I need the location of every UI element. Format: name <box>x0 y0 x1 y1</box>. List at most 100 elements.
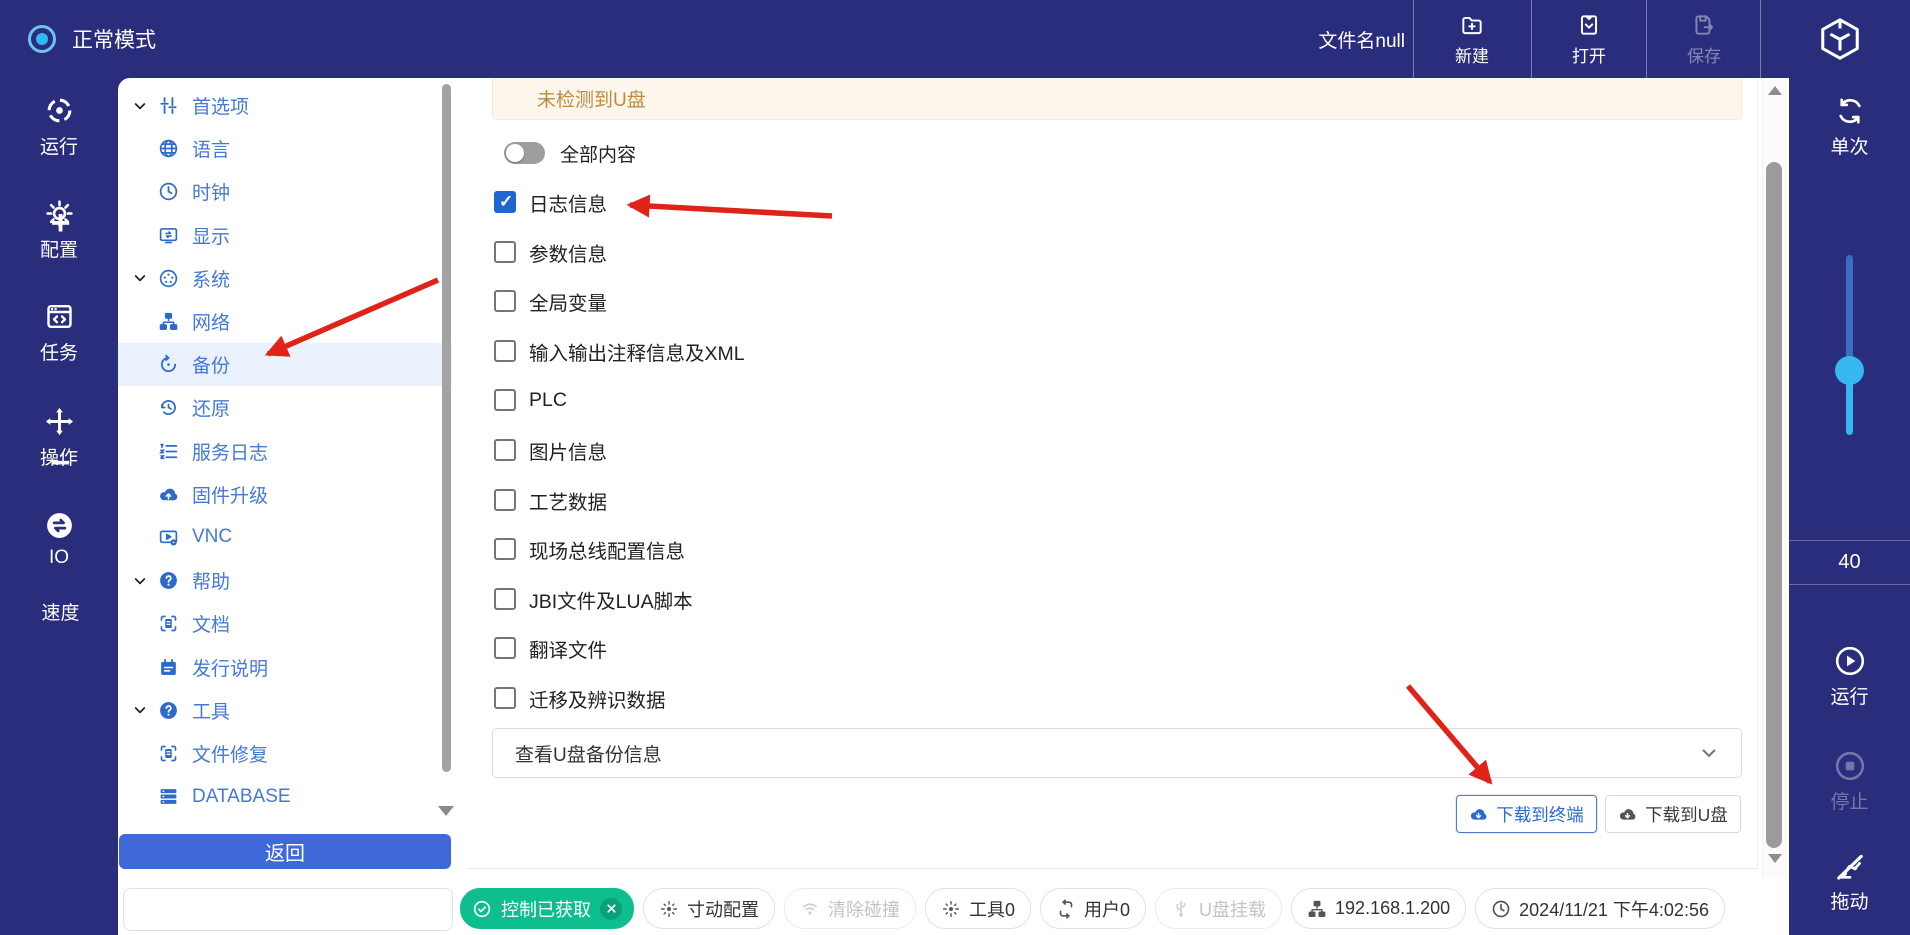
checkbox-global-variables[interactable] <box>494 290 516 312</box>
numbered-list-icon <box>158 441 188 462</box>
topbar-divider <box>1531 0 1532 78</box>
sidebar-item-label: IO <box>49 547 69 569</box>
jog-config-pill[interactable]: 寸动配置 <box>643 888 775 929</box>
checkbox-label[interactable]: JBI文件及LUA脚本 <box>529 588 693 610</box>
clear-collision-pill[interactable]: 清除碰撞 <box>784 888 916 929</box>
chevron-down-icon[interactable] <box>132 702 158 718</box>
menu-item-system[interactable]: 系统 <box>118 257 452 300</box>
menu-item-restore[interactable]: 还原 <box>118 386 452 429</box>
speed-slider-handle[interactable] <box>1835 356 1864 385</box>
stop-button-label: 停止 <box>1830 787 1868 814</box>
back-button[interactable]: 返回 <box>119 834 451 869</box>
checkbox-image-info[interactable] <box>494 439 516 461</box>
speed-slider-track[interactable] <box>1846 255 1853 370</box>
checkbox-label[interactable]: 工艺数据 <box>529 489 607 511</box>
checkbox-jbi-lua[interactable] <box>494 588 516 610</box>
menu-item-help[interactable]: 帮助 <box>118 559 452 602</box>
jog-config-label: 寸动配置 <box>687 896 759 922</box>
menu-item-release-notes[interactable]: 发行说明 <box>118 645 452 688</box>
control-acquired-badge[interactable]: 控制已获取 <box>460 888 634 929</box>
network-icon <box>1307 899 1327 919</box>
sliders-icon <box>158 95 188 116</box>
chevron-down-icon[interactable] <box>132 270 158 286</box>
speed-minus-button[interactable]: − <box>0 446 121 480</box>
checkbox-label[interactable]: 日志信息 <box>529 191 607 213</box>
save-button[interactable]: 保存 <box>1649 8 1759 70</box>
checkbox-label[interactable]: 全局变量 <box>529 290 607 312</box>
menu-item-label: 工具 <box>192 697 230 724</box>
menu-item-display[interactable]: 显示 <box>118 214 452 257</box>
all-content-toggle[interactable] <box>504 142 545 164</box>
menu-item-docs[interactable]: 文档 <box>118 602 452 645</box>
ip-address-pill[interactable]: 192.168.1.200 <box>1291 888 1466 929</box>
run-button[interactable]: 运行 <box>1789 645 1910 709</box>
usb-icon <box>1171 899 1191 919</box>
checkbox-label[interactable]: 输入输出注释信息及XML <box>529 340 745 362</box>
datetime-pill[interactable]: 2024/11/21 下午4:02:56 <box>1475 888 1725 929</box>
cycle-mode-button[interactable]: 单次 <box>1789 95 1910 159</box>
menu-item-tools[interactable]: 工具 <box>118 689 452 732</box>
checkbox-label[interactable]: 现场总线配置信息 <box>529 538 685 560</box>
tool-pill[interactable]: 工具0 <box>925 888 1031 929</box>
menu-item-label: 语言 <box>192 135 230 162</box>
menu-item-preferences[interactable]: 首选项 <box>118 84 452 127</box>
checkbox-label[interactable]: 参数信息 <box>529 241 607 263</box>
settings-menu: 首选项 语言 时钟 显示 系统 网络 备 <box>118 84 452 818</box>
menu-scroll-down-icon[interactable] <box>438 806 454 816</box>
menu-item-vnc[interactable]: VNC <box>118 516 452 559</box>
user-pill[interactable]: 用户0 <box>1040 888 1146 929</box>
release-control-button[interactable] <box>600 898 622 920</box>
checkbox-plc[interactable] <box>494 389 516 411</box>
menu-item-file-repair[interactable]: 文件修复 <box>118 732 452 775</box>
checkbox-translation-files[interactable] <box>494 637 516 659</box>
checkbox-process-data[interactable] <box>494 489 516 511</box>
scroll-down-icon[interactable] <box>1768 854 1782 863</box>
checkbox-io-comments-xml[interactable] <box>494 340 516 362</box>
new-button-label: 新建 <box>1455 42 1489 67</box>
sidebar-item-run[interactable]: 运行 <box>0 95 118 159</box>
speed-label: 速度 <box>0 598 121 625</box>
open-button[interactable]: 打开 <box>1534 8 1644 70</box>
checkbox-label[interactable]: PLC <box>529 389 567 411</box>
checkbox-migration-data[interactable] <box>494 687 516 709</box>
chevron-down-icon[interactable] <box>132 98 158 114</box>
menu-item-service-log[interactable]: 服务日志 <box>118 430 452 473</box>
checkbox-fieldbus-config[interactable] <box>494 538 516 560</box>
menu-item-database[interactable]: DATABASE <box>118 775 452 818</box>
content-scrollbar-thumb[interactable] <box>1766 162 1782 848</box>
menu-item-label: 固件升级 <box>192 481 268 508</box>
scroll-up-icon[interactable] <box>1768 86 1782 95</box>
io-swap-icon <box>44 510 75 541</box>
play-circle-icon <box>1834 645 1866 677</box>
globe-icon <box>158 138 188 159</box>
checkbox-label[interactable]: 翻译文件 <box>529 637 607 659</box>
jog-icon <box>659 899 679 919</box>
menu-item-network[interactable]: 网络 <box>118 300 452 343</box>
speed-plus-button[interactable]: + <box>0 206 121 240</box>
all-content-toggle-label: 全部内容 <box>560 142 636 164</box>
clock-icon <box>1491 899 1511 919</box>
sidebar-item-task[interactable]: 任务 <box>0 301 118 365</box>
checkbox-label[interactable]: 迁移及辨识数据 <box>529 687 666 709</box>
checkbox-label[interactable]: 图片信息 <box>529 439 607 461</box>
menu-item-backup[interactable]: 备份 <box>118 343 452 386</box>
new-button[interactable]: 新建 <box>1417 8 1527 70</box>
usb-backup-info-dropdown[interactable]: 查看U盘备份信息 <box>492 728 1742 778</box>
ip-address-label: 192.168.1.200 <box>1335 898 1450 919</box>
download-to-usb-button[interactable]: 下载到U盘 <box>1605 795 1741 833</box>
chevron-down-icon[interactable] <box>132 573 158 589</box>
checkbox-log-info[interactable] <box>494 191 516 213</box>
menu-item-firmware-upgrade[interactable]: 固件升级 <box>118 473 452 516</box>
drag-arm-icon <box>1834 850 1866 882</box>
download-to-terminal-button[interactable]: 下载到终端 <box>1456 795 1597 833</box>
usb-mount-pill[interactable]: U盘挂载 <box>1155 888 1282 929</box>
drag-mode-button[interactable]: 拖动 <box>1789 850 1910 914</box>
checkbox-parameter-info[interactable] <box>494 241 516 263</box>
menu-item-language[interactable]: 语言 <box>118 127 452 170</box>
menu-item-clock[interactable]: 时钟 <box>118 170 452 213</box>
menu-item-label: 系统 <box>192 265 230 292</box>
sidebar-item-io[interactable]: IO <box>0 510 118 569</box>
stop-button[interactable]: 停止 <box>1789 750 1910 814</box>
menu-scrollbar-thumb[interactable] <box>442 84 451 772</box>
vnc-screen-icon <box>158 527 188 548</box>
